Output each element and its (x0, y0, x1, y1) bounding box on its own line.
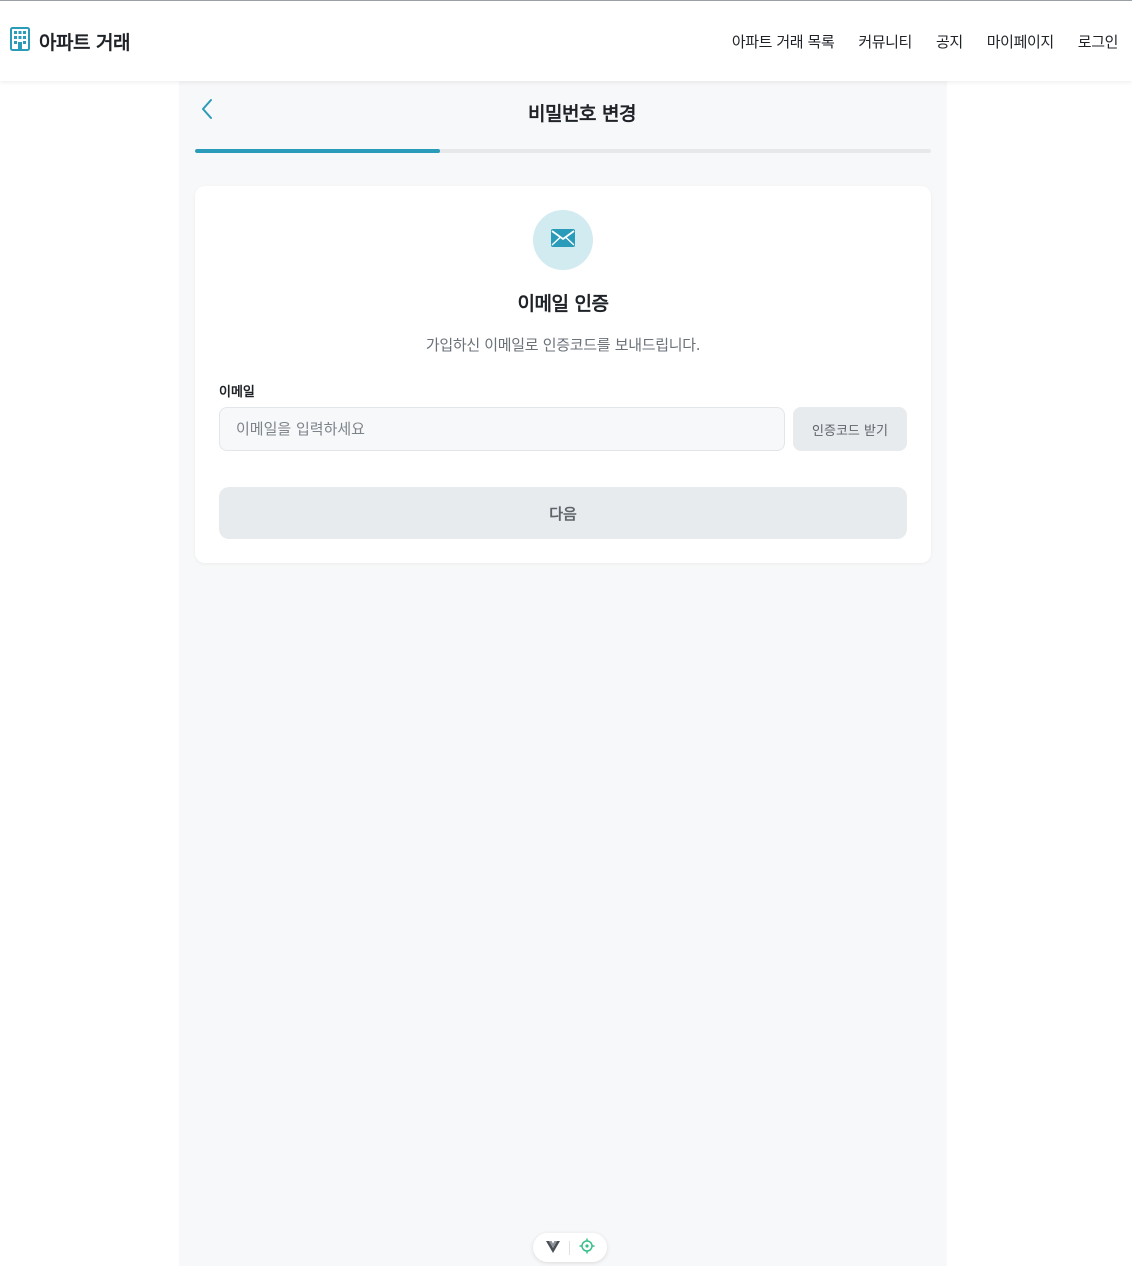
request-code-button[interactable]: 인증코드 받기 (793, 407, 907, 451)
next-button[interactable]: 다음 (219, 487, 907, 539)
email-input[interactable] (219, 407, 785, 451)
nav-link-mypage[interactable]: 마이페이지 (987, 31, 1054, 52)
mail-icon-badge (533, 210, 593, 270)
card-description: 가입하신 이메일로 인증코드를 보내드립니다. (425, 336, 701, 354)
mail-icon (550, 228, 576, 252)
page-title: 비밀번호 변경 (528, 103, 637, 125)
step-progress-fill (195, 149, 441, 153)
email-field-label: 이메일 (219, 385, 255, 400)
step-progress-bar (195, 149, 931, 153)
devtools-toolbar[interactable] (533, 1233, 607, 1262)
nav-link-apartment-list[interactable]: 아파트 거래 목록 (732, 31, 835, 52)
nav-link-login[interactable]: 로그인 (1078, 31, 1119, 52)
toolbar-divider (568, 1240, 570, 1255)
top-navigation-bar: 아파트 거래 아파트 거래 목록 커뮤니티 공지 마이페이지 로그인 (0, 0, 1132, 81)
email-verification-card: 이메일 인증 가입하신 이메일로 인증코드를 보내드립니다. 이메일 인증코드 … (195, 186, 931, 563)
brand[interactable]: 아파트 거래 (10, 27, 131, 55)
target-icon[interactable] (579, 1238, 595, 1258)
nav-link-notice[interactable]: 공지 (936, 31, 963, 52)
vue-logo-icon[interactable] (545, 1238, 560, 1257)
nav-link-community[interactable]: 커뮤니티 (858, 31, 912, 52)
card-title: 이메일 인증 (517, 293, 609, 315)
brand-name: 아파트 거래 (39, 31, 131, 54)
main-nav: 아파트 거래 목록 커뮤니티 공지 마이페이지 로그인 (732, 31, 1119, 52)
password-change-panel: 비밀번호 변경 이메일 인증 가입하신 이메일로 인증코드를 보내드립니다. 이… (179, 81, 947, 1266)
building-icon (10, 27, 30, 55)
